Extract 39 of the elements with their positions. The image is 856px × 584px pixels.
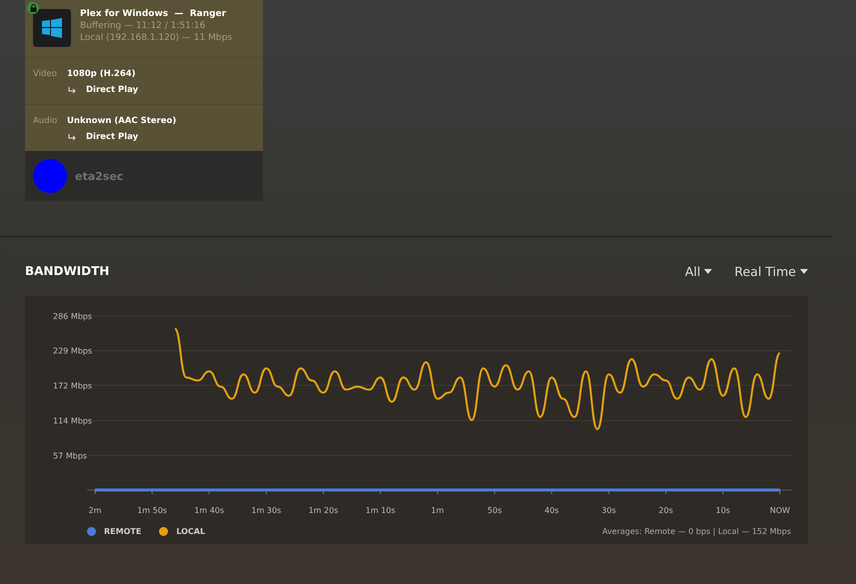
y-axis-label: 114 Mbps [53, 416, 92, 426]
filter-dropdown[interactable]: All [684, 264, 712, 278]
legend-label: REMOTE [104, 527, 142, 536]
caret-icon [704, 268, 712, 274]
y-axis-label: 57 Mbps [53, 451, 87, 460]
x-axis-label: 1m 30s [251, 506, 282, 515]
x-axis-label: 1m 50s [137, 506, 167, 515]
x-axis-label: 1m 40s [194, 506, 224, 515]
return-arrow-icon [68, 86, 77, 94]
section-title: BANDWIDTH [25, 264, 110, 278]
legend-label: LOCAL [176, 527, 206, 536]
playback-status: Buffering — 11:12 / 1:51:16 [80, 21, 206, 31]
caret-icon [800, 268, 808, 274]
x-axis-label: 40s [544, 506, 559, 515]
return-arrow-icon [68, 134, 77, 140]
player-name: eta2sec [75, 170, 124, 182]
x-axis-label: 2m [88, 506, 102, 515]
y-axis-label: 286 Mbps [53, 312, 92, 321]
filter-dropdown[interactable]: Real Time [734, 264, 808, 278]
session-title: Plex for Windows — Ranger [80, 9, 228, 19]
windows-icon [42, 18, 62, 38]
stream-label: Video [33, 69, 58, 79]
x-axis-label: 50s [487, 506, 502, 515]
stream-value: Unknown (AAC Stereo) [67, 116, 178, 126]
stream-value: 1080p (H.264) [67, 69, 137, 79]
x-axis-label: 1m 10s [366, 506, 396, 515]
stream-label: Audio [33, 116, 58, 126]
x-axis-label: 30s [602, 506, 616, 515]
stream-decision: Direct Play [86, 85, 138, 95]
y-axis-label: 172 Mbps [53, 381, 92, 390]
y-axis-label: 229 Mbps [53, 346, 92, 356]
x-axis-label: 1m [431, 506, 444, 515]
x-axis-label: 1m 20s [308, 506, 338, 515]
x-axis-label: 10s [716, 506, 730, 515]
stream-decision: Direct Play [86, 132, 138, 142]
averages-text: Averages: Remote — 0 bps | Local — 152 Mbps [602, 527, 791, 536]
network-info: Local (192.168.1.120) — 11 Mbps [80, 33, 232, 43]
x-axis-label: 20s [658, 506, 674, 515]
x-axis-label: NOW [770, 506, 790, 515]
